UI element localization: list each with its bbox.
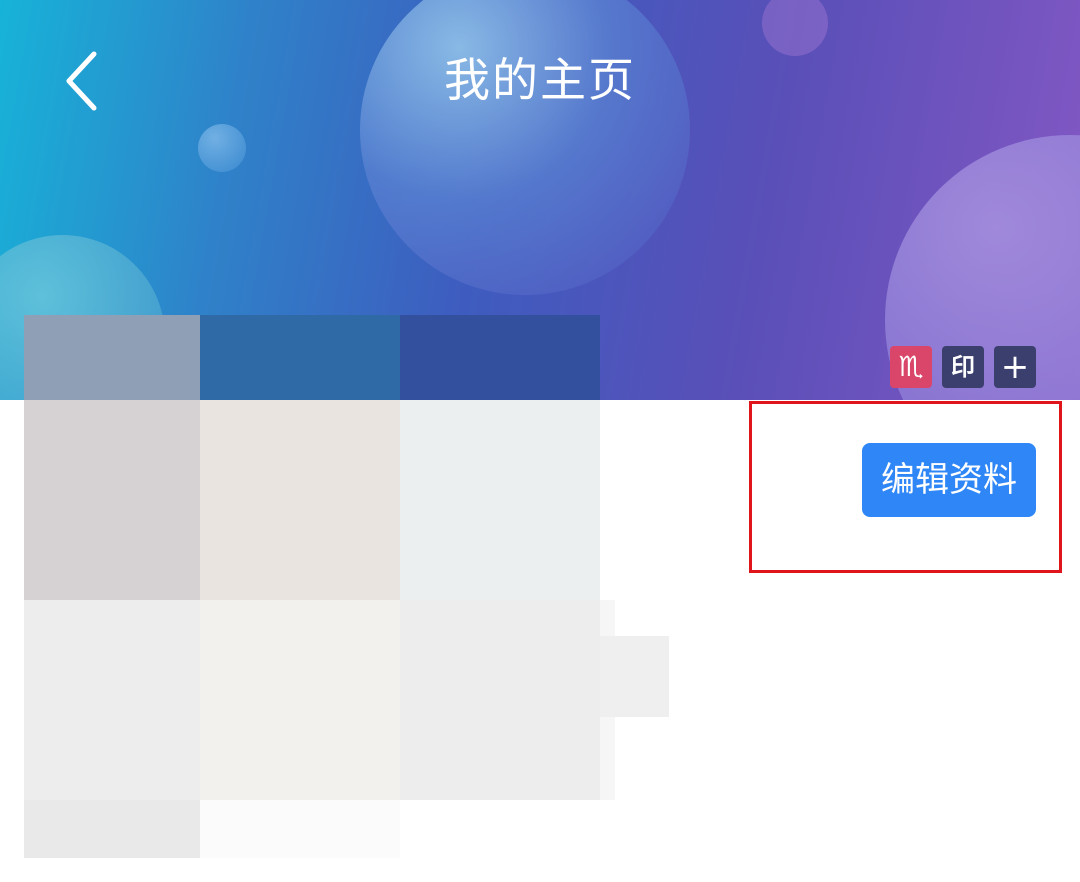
chevron-left-icon — [66, 51, 97, 111]
seal-badge[interactable]: 印 — [942, 346, 984, 388]
badge-row: ♏ 印 + — [890, 346, 1036, 388]
mosaic-tile — [24, 400, 200, 600]
mosaic-tile — [200, 600, 400, 800]
page-title: 我的主页 — [444, 53, 636, 107]
decor-bubble-small — [198, 124, 246, 172]
mosaic-tile — [400, 600, 600, 800]
mosaic-tile — [24, 800, 200, 858]
mosaic-tile — [600, 636, 669, 717]
add-badge[interactable]: + — [994, 346, 1036, 388]
mosaic-tile — [600, 600, 615, 800]
mosaic-tile — [200, 800, 400, 858]
profile-page: 我的主页 ♏ 印 + 编辑资料 — [0, 0, 1080, 882]
mosaic-tile — [200, 400, 400, 600]
decor-bubble-left — [0, 235, 165, 400]
zodiac-scorpio-badge[interactable]: ♏ — [890, 346, 932, 388]
mosaic-tile — [24, 600, 200, 800]
header-banner: 我的主页 ♏ 印 + — [0, 0, 1080, 400]
back-button[interactable] — [58, 48, 108, 114]
mosaic-tile — [400, 400, 600, 600]
decor-bubble-large — [360, 0, 690, 295]
edit-profile-button[interactable]: 编辑资料 — [862, 443, 1036, 517]
decor-bubble-top-right — [762, 0, 828, 56]
